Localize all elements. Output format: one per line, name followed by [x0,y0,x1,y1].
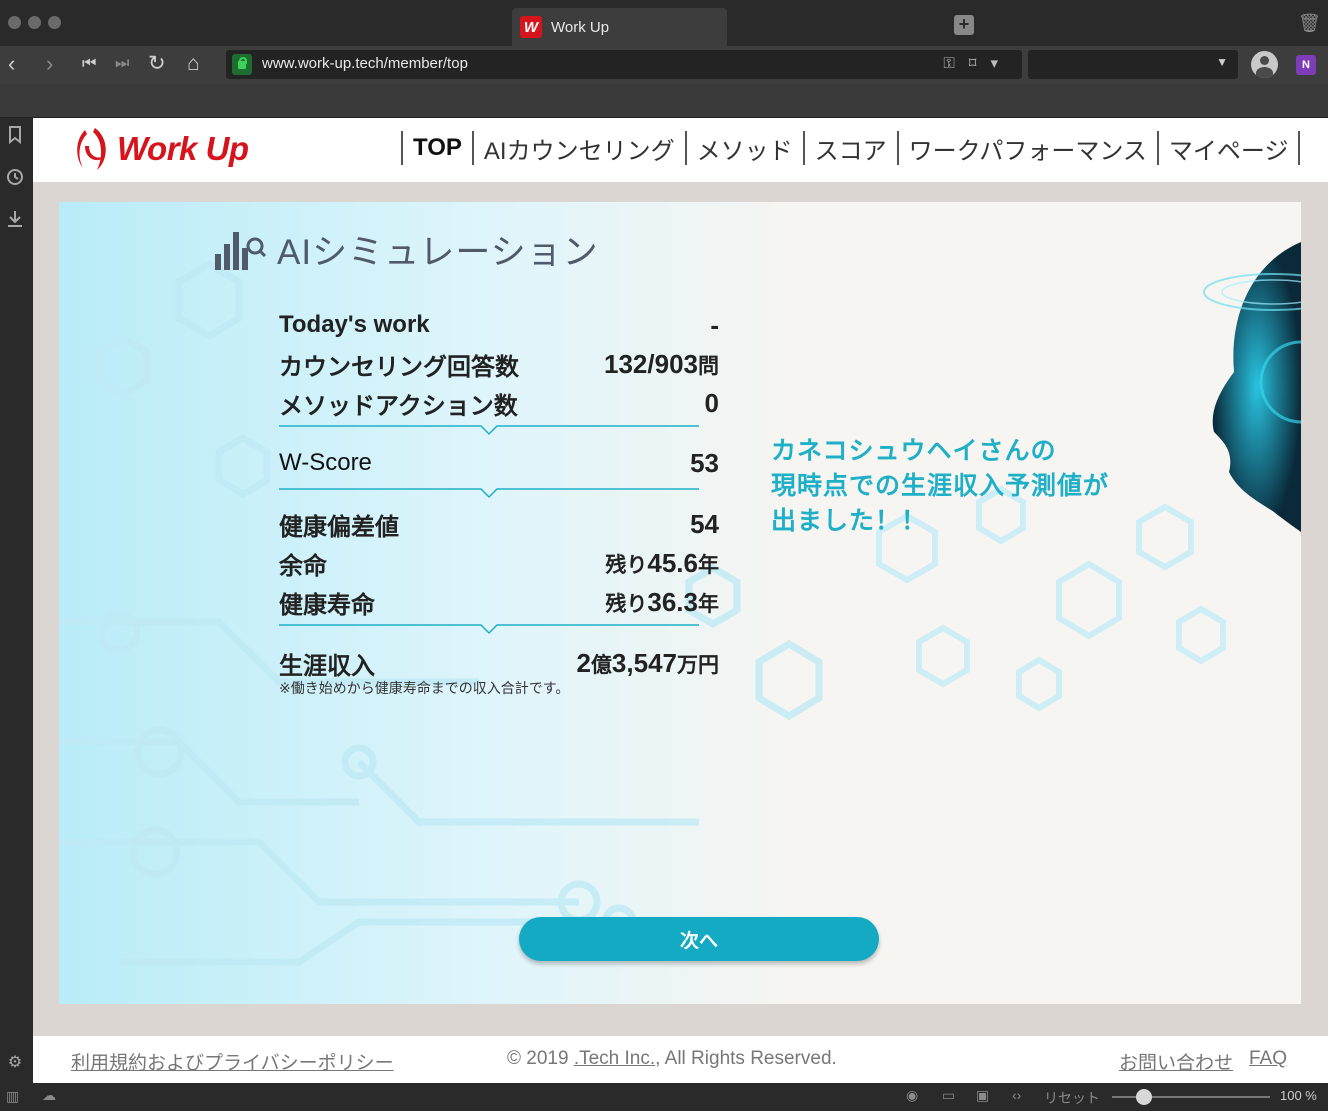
address-bar[interactable]: www.work-up.tech/member/top ⚿⌑▾ [226,50,1022,79]
stat-row-health-deviation: 健康偏差値 54 [279,507,719,541]
stat-value: - [710,309,719,340]
nav-score[interactable]: スコア [802,131,897,165]
income-note: ※働き始めから健康寿命までの収入合計です。 [279,680,570,696]
stat-label: カウンセリング回答数 [279,353,519,381]
tile-icon[interactable]: ▭ [942,1087,955,1104]
contact-link[interactable]: お問い合わせ [1119,1048,1233,1075]
zoom-reset-button[interactable]: リセット [1044,1088,1100,1108]
nav-ai-counseling[interactable]: AIカウンセリング [471,131,685,165]
bookmark-icon[interactable] [5,126,25,146]
stat-row-wscore: W-Score 53 [279,446,719,480]
zoom-level: 100 % [1280,1088,1317,1103]
stat-value: 0 [704,387,719,418]
stat-row-counseling: カウンセリング回答数 132/903問 [279,347,719,381]
nav-top[interactable]: TOP [401,131,472,165]
side-panel: ⚙ [0,118,33,1083]
nav-my-page[interactable]: マイページ [1156,131,1301,165]
divider [279,425,699,436]
stat-value: 2億3,547万円 [576,647,719,678]
work-up-logo[interactable]: Work Up [71,126,249,172]
stat-value: 残り45.6年 [605,547,719,578]
search-field[interactable]: ▼ [1028,50,1238,79]
address-bar-icons[interactable]: ⚿⌑▾ [943,54,1012,72]
logo-mark-icon [71,126,115,172]
stat-label: Today's work [279,311,430,338]
stat-label: 健康寿命 [279,591,375,619]
simulation-title: AIシミュレーション [213,224,599,275]
lock-icon [232,54,252,75]
history-icon[interactable] [5,168,25,188]
browser-toolbar: ‹ › ⏮ ⏭ ↻ ⌂ www.work-up.tech/member/top … [0,46,1328,84]
stat-row-todays-work: Today's work - [279,308,719,342]
next-button[interactable]: 次へ [519,917,879,961]
stat-value: 54 [690,508,719,539]
faq-link[interactable]: FAQ [1249,1048,1287,1070]
browser-statusbar: ▥ ☁ ◉ ▭ ▣ ‹› リセット 100 % [0,1083,1328,1111]
profile-avatar-icon[interactable] [1251,51,1278,78]
home-icon[interactable]: ⌂ [187,50,200,78]
nav-work-performance[interactable]: ワークパフォーマンス [896,131,1157,165]
stat-label: 余命 [279,552,327,580]
stat-value: 残り36.3年 [605,586,719,617]
stat-row-healthy-life: 健康寿命 残り36.3年 [279,585,719,619]
stat-label: メソッドアクション数 [279,392,518,420]
stat-value: 132/903問 [604,348,719,379]
stat-row-life-expectancy: 余命 残り45.6年 [279,546,719,580]
simulation-title-text: AIシミュレーション [277,233,599,272]
tab-title: Work Up [551,18,610,36]
zoom-slider-handle[interactable] [1136,1089,1152,1105]
company-link[interactable]: .Tech Inc. [574,1048,655,1069]
stat-label: 健康偏差値 [279,513,399,541]
image-icon[interactable]: ▣ [976,1087,989,1104]
back-icon[interactable]: ‹ [8,50,15,78]
chevron-down-icon[interactable]: ▼ [1216,55,1228,69]
cloud-sync-icon[interactable]: ☁ [42,1087,56,1104]
url-text: www.work-up.tech/member/top [262,55,468,72]
code-icon[interactable]: ‹› [1012,1087,1021,1103]
site-footer: 利用規約およびプライバシーポリシー © 2019 .Tech Inc., All… [33,1036,1328,1083]
forward-icon[interactable]: › [46,50,53,78]
result-message: カネコシュウヘイさんの 現時点での生涯収入予測値が 出ました！！ [771,437,1110,535]
onenote-extension-icon[interactable]: N [1296,55,1316,75]
stat-row-method-actions: メソッドアクション数 0 [279,386,719,420]
fast-forward-icon[interactable]: ⏭ [115,50,129,78]
site-header: Work Up TOP AIカウンセリング メソッド スコア ワークパフォーマン… [33,118,1328,182]
web-page: Work Up TOP AIカウンセリング メソッド スコア ワークパフォーマン… [33,118,1328,1083]
minimize-window-button[interactable] [28,16,41,29]
divider [279,488,699,499]
tab-favicon-icon: W [520,16,542,38]
settings-gear-icon[interactable]: ⚙ [5,1053,25,1073]
trash-icon[interactable]: 🗑 [1298,13,1321,34]
maximize-window-button[interactable] [48,16,61,29]
stat-row-lifetime-income: 生涯収入 2億3,547万円 [279,646,719,680]
main-nav: TOP AIカウンセリング メソッド スコア ワークパフォーマンス マイページ [401,130,1301,166]
capture-icon[interactable]: ◉ [906,1087,918,1104]
download-icon[interactable] [5,210,25,230]
bookmark-bar [0,84,1328,118]
panel-toggle-icon[interactable]: ▥ [6,1088,19,1105]
stat-label: W-Score [279,449,372,476]
copyright: © 2019 .Tech Inc., All Rights Reserved. [507,1048,837,1069]
new-tab-button[interactable]: + [954,15,974,35]
logo-text: Work Up [117,130,249,167]
browser-titlebar: W Work Up + 🗑 [0,0,1328,46]
nav-method[interactable]: メソッド [684,131,803,165]
browser-tab[interactable]: W Work Up [512,8,727,46]
simulation-panel: AIシミュレーション Today's work - カウンセリング回答数 132… [59,202,1301,1004]
divider [279,624,699,635]
stat-label: 生涯収入 [279,652,375,680]
terms-privacy-link[interactable]: 利用規約およびプライバシーポリシー [71,1048,394,1075]
chart-search-icon [215,231,267,270]
reload-icon[interactable]: ↻ [148,50,166,78]
rewind-icon[interactable]: ⏮ [82,50,96,78]
close-window-button[interactable] [8,16,21,29]
stat-value: 53 [690,447,719,478]
